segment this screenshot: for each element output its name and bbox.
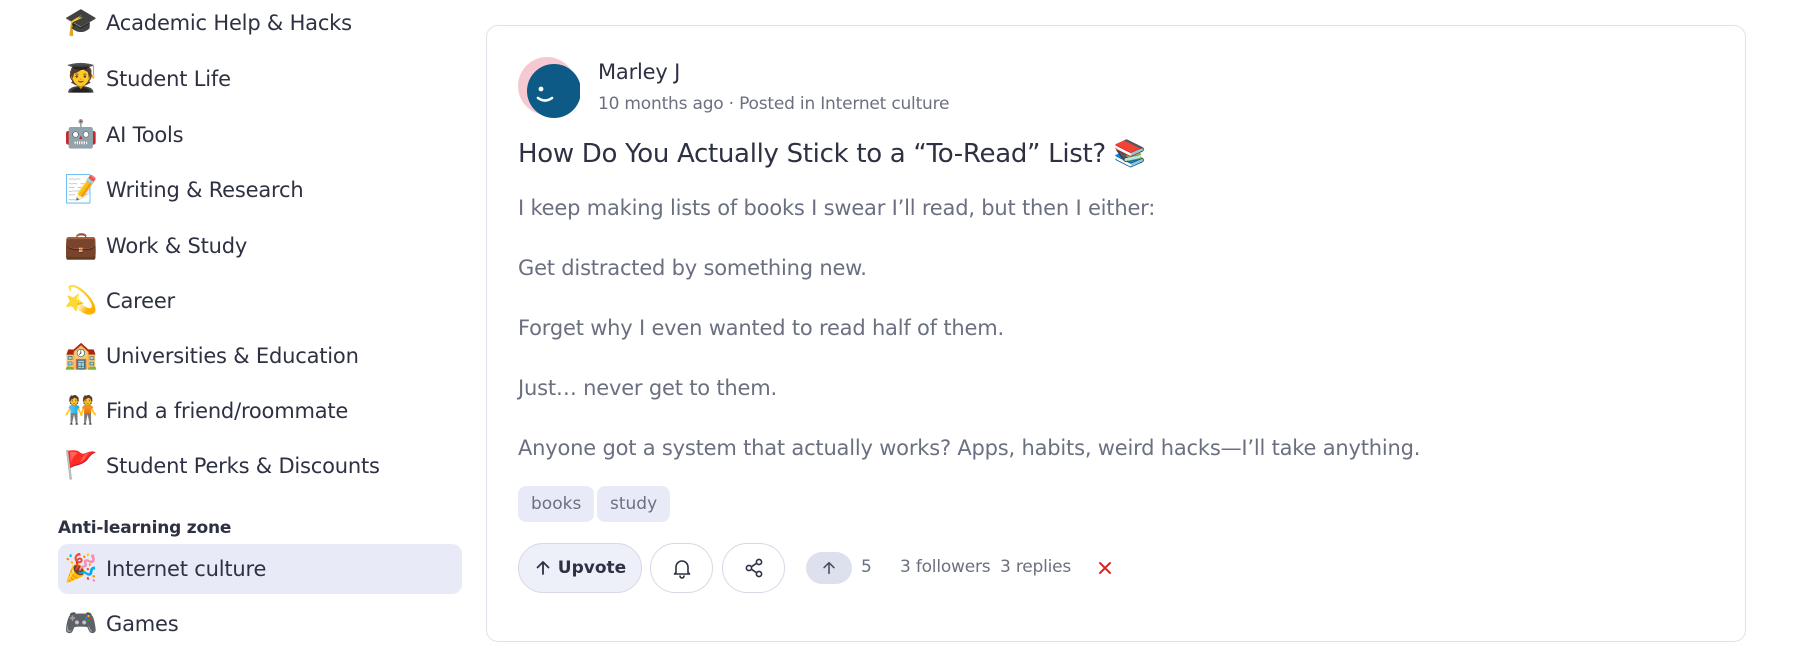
dizzy-star-icon: 💫 (64, 285, 98, 316)
people-holding-hands-icon: 🧑‍🤝‍🧑 (64, 395, 98, 426)
post-card: Marley J 10 months ago · Posted in Inter… (486, 25, 1746, 642)
sidebar-item-ai-tools[interactable]: 🤖 AI Tools (58, 110, 462, 160)
sidebar-item-student-life[interactable]: 🧑‍🎓 Student Life (58, 54, 462, 104)
sidebar-item-label: Find a friend/roommate (106, 399, 349, 423)
memo-icon: 📝 (64, 174, 98, 205)
robot-icon: 🤖 (64, 119, 98, 150)
post-body-paragraph: Just… never get to them. (518, 376, 777, 400)
sidebar-item-universities[interactable]: 🏫 Universities & Education (58, 331, 462, 381)
sidebar-item-academic-help[interactable]: 🎓 Academic Help & Hacks (58, 0, 462, 48)
vote-count: 5 (861, 557, 872, 577)
share-button[interactable] (722, 543, 785, 593)
sidebar-item-label: Work & Study (106, 234, 248, 258)
sidebar-item-career[interactable]: 💫 Career (58, 276, 462, 326)
sidebar-item-label: Student Life (106, 67, 231, 91)
tag-books[interactable]: books (518, 486, 595, 522)
school-icon: 🏫 (64, 340, 98, 371)
sidebar-item-label: Internet culture (106, 557, 267, 581)
close-icon (1099, 562, 1111, 574)
sidebar-item-games[interactable]: 🎮 Games (58, 599, 462, 649)
red-flag-icon: 🚩 (64, 450, 98, 481)
author-name[interactable]: Marley J (598, 60, 680, 84)
tag-study[interactable]: study (597, 486, 671, 522)
upvote-label: Upvote (557, 558, 627, 578)
sidebar-item-label: Student Perks & Discounts (106, 454, 380, 478)
section-heading-anti-learning: Anti-learning zone (58, 518, 232, 538)
sidebar-item-label: Career (106, 289, 175, 313)
sidebar-item-label: AI Tools (106, 123, 184, 147)
sidebar-item-find-friend[interactable]: 🧑‍🤝‍🧑 Find a friend/roommate (58, 386, 462, 436)
arrow-up-icon (536, 561, 550, 575)
post-body-paragraph: Anyone got a system that actually works?… (518, 436, 1421, 460)
post-body-paragraph: I keep making lists of books I swear I’l… (518, 196, 1156, 220)
post-body-paragraph: Get distracted by something new. (518, 256, 867, 280)
notify-button[interactable] (650, 543, 713, 593)
dismiss-button[interactable] (1089, 552, 1121, 584)
student-icon: 🧑‍🎓 (64, 63, 98, 94)
arrow-up-icon (823, 561, 835, 575)
avatar[interactable] (518, 57, 581, 119)
game-controller-icon: 🎮 (64, 608, 98, 639)
post-meta: 10 months ago · Posted in Internet cultu… (598, 94, 950, 114)
graduation-cap-icon: 🎓 (64, 7, 98, 38)
upvote-button[interactable]: Upvote (518, 543, 642, 593)
avatar-blob-icon (518, 57, 581, 118)
sidebar-item-internet-culture[interactable]: 🎉 Internet culture (58, 544, 462, 594)
post-title: How Do You Actually Stick to a “To-Read”… (518, 139, 1146, 169)
sidebar-item-writing-research[interactable]: 📝 Writing & Research (58, 165, 462, 215)
post-body-paragraph: Forget why I even wanted to read half of… (518, 316, 1004, 340)
followers-count[interactable]: 3 followers (900, 557, 991, 577)
page: 🎓 Academic Help & Hacks 🧑‍🎓 Student Life… (0, 0, 1801, 668)
share-icon (745, 558, 762, 578)
sidebar-item-label: Academic Help & Hacks (106, 11, 352, 35)
sidebar-item-label: Writing & Research (106, 178, 304, 202)
sidebar-item-label: Universities & Education (106, 344, 359, 368)
briefcase-icon: 💼 (64, 230, 98, 261)
party-popper-icon: 🎉 (64, 553, 98, 584)
sidebar-item-student-perks[interactable]: 🚩 Student Perks & Discounts (58, 441, 462, 491)
sidebar-item-work-study[interactable]: 💼 Work & Study (58, 221, 462, 271)
vote-arrow-button[interactable] (806, 552, 852, 584)
replies-count[interactable]: 3 replies (1000, 557, 1071, 577)
sidebar-item-label: Games (106, 612, 179, 636)
bell-icon (673, 560, 690, 579)
